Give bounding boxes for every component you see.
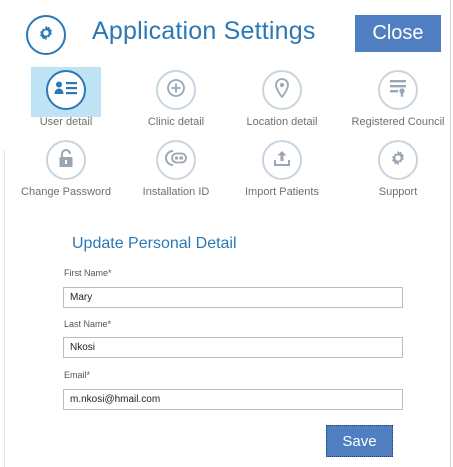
tile-change-password[interactable]: Change Password	[11, 134, 121, 202]
tile-location-detail[interactable]: Location detail	[227, 64, 337, 132]
page-title: Application Settings	[92, 17, 316, 45]
tile-label: Location detail	[246, 116, 318, 128]
form-heading: Update Personal Detail	[72, 235, 237, 252]
plus-circle-icon	[166, 78, 186, 103]
gear-icon	[389, 149, 407, 172]
tile-icon-circle	[156, 70, 196, 110]
tile-label: Support	[378, 186, 418, 198]
tile-support[interactable]: Support	[343, 134, 453, 202]
lock-icon	[58, 148, 74, 173]
tile-icon-circle	[262, 140, 302, 180]
first-name-field[interactable]	[63, 287, 403, 308]
tile-label: Change Password	[21, 186, 111, 198]
certificate-icon	[389, 78, 407, 103]
last-name-field[interactable]	[63, 337, 403, 358]
map-pin-icon	[274, 77, 290, 103]
gear-icon	[37, 24, 55, 47]
tile-label: Clinic detail	[147, 116, 205, 128]
tile-icon-circle	[156, 140, 196, 180]
tile-label: User detail	[39, 116, 93, 128]
tile-installation-id[interactable]: Installation ID	[121, 134, 231, 202]
tile-label: Registered Council	[351, 116, 445, 128]
user-card-icon	[54, 80, 78, 101]
tile-icon-circle	[262, 70, 302, 110]
first-name-label: First Name*	[64, 268, 112, 278]
tile-icon-circle	[46, 70, 86, 110]
email-label: Email*	[64, 370, 91, 380]
tile-registered-council[interactable]: Registered Council	[343, 64, 453, 132]
settings-logo	[26, 15, 66, 55]
tile-label: Installation ID	[142, 186, 210, 198]
tile-label: Import Patients	[245, 186, 319, 198]
upload-icon	[273, 149, 291, 172]
email-field[interactable]	[63, 389, 403, 410]
tile-import-patients[interactable]: Import Patients	[227, 134, 337, 202]
id-badge-icon	[164, 149, 188, 172]
close-button[interactable]: Close	[355, 15, 441, 52]
tile-user-detail[interactable]: User detail	[11, 64, 121, 132]
tile-icon-circle	[378, 140, 418, 180]
save-button[interactable]: Save	[326, 425, 393, 457]
tile-icon-circle	[378, 70, 418, 110]
window-border-left	[4, 150, 5, 467]
tile-icon-circle	[46, 140, 86, 180]
last-name-label: Last Name*	[64, 319, 112, 329]
tile-clinic-detail[interactable]: Clinic detail	[121, 64, 231, 132]
